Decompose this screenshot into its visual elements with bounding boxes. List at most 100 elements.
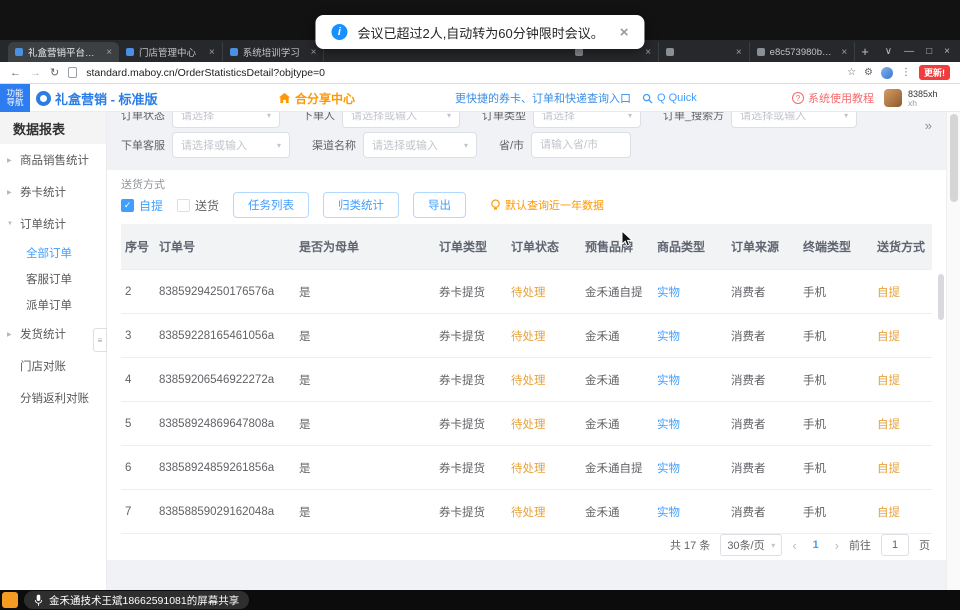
cell-status: 待处理 (507, 372, 581, 388)
tab-favicon (666, 48, 674, 56)
province-city-input[interactable] (540, 139, 622, 151)
filter-label: 省/市 (499, 137, 524, 153)
category-stats-button[interactable]: 归类统计 (323, 192, 399, 218)
page-scrollbar[interactable] (946, 112, 960, 590)
tutorial-link[interactable]: ? 系统使用教程 (792, 84, 874, 112)
sidebar-item-order-stats[interactable]: ▼ 订单统计 (0, 208, 106, 240)
cell-is-parent: 是 (295, 284, 435, 300)
order-agent-select[interactable]: 请选择或输入 ▾ (172, 132, 290, 158)
pagination: 共 17 条 30条/页 ▾ ‹ 1 › 前往 页 (670, 534, 930, 556)
sidebar-item-store-reconciliation[interactable]: 门店对账 (0, 350, 106, 382)
cell-status: 待处理 (507, 284, 581, 300)
task-list-button[interactable]: 任务列表 (233, 192, 309, 218)
column-header: 送货方式 (873, 238, 932, 255)
filter-label: 订单_搜索方 (663, 112, 724, 123)
window-maximize-button[interactable]: □ (926, 46, 932, 57)
chevron-right-icon: ▶ (7, 331, 15, 338)
filter-order-type: 订单类型 请选择 ▾ (482, 112, 641, 128)
tab-title: 礼盒营销平台管理中心 (28, 45, 101, 59)
order-status-select[interactable]: 请选择 ▾ (172, 112, 280, 128)
sidebar-item-service-orders[interactable]: 客服订单 (0, 266, 106, 292)
username[interactable]: 8385xh xh (908, 84, 938, 112)
forward-icon[interactable]: → (30, 67, 41, 79)
taskbar-app-icon[interactable] (2, 592, 18, 608)
order-search-select[interactable]: 请选择或输入 ▾ (731, 112, 857, 128)
browser-profile-avatar[interactable] (881, 67, 893, 79)
column-header: 是否为母单 (295, 238, 435, 255)
filter-row-1: 订单状态 请选择 ▾ 下单人 请选择或输入 ▾ 订单类型 请选择 ▾ (121, 112, 857, 128)
cell-source: 消费者 (727, 460, 799, 476)
checkbox-label: 自提 (139, 197, 163, 214)
tab-close-icon[interactable]: × (736, 47, 742, 58)
next-page-button[interactable]: › (835, 538, 839, 553)
tab-close-icon[interactable]: × (106, 47, 112, 58)
cell-order-type: 券卡提货 (435, 416, 507, 432)
sidebar-item-all-orders[interactable]: 全部订单 (0, 240, 106, 266)
filter-province-city: 省/市 (499, 132, 631, 158)
window-minimize-button[interactable]: — (904, 46, 914, 57)
tab-close-icon[interactable]: × (209, 47, 215, 58)
orderer-select[interactable]: 请选择或输入 ▾ (342, 112, 460, 128)
browser-tab[interactable]: 系统培训学习 × (223, 42, 325, 62)
user-avatar-wrap[interactable] (884, 84, 902, 112)
pagination-total: 共 17 条 (670, 537, 710, 553)
bookmark-star-icon[interactable]: ☆ (847, 67, 856, 78)
table-row: 2 83859294250176576a 是 券卡提货 待处理 金禾通自提 实物… (121, 270, 932, 314)
collapse-filters-button[interactable]: » (925, 118, 932, 133)
window-close-button[interactable]: × (944, 46, 950, 57)
browser-more-icon[interactable]: ⋮ (901, 67, 911, 78)
prev-page-button[interactable]: ‹ (792, 538, 796, 553)
back-icon[interactable]: ← (10, 67, 21, 79)
delivery-checkbox[interactable]: 送货 (177, 197, 219, 214)
pickup-checkbox[interactable]: ✓ 自提 (121, 197, 163, 214)
quick-entry-link[interactable]: 更快捷的券卡、订单和快递查询入口 (455, 84, 631, 112)
goto-page-input[interactable] (881, 534, 909, 556)
table-scrollbar-thumb[interactable] (938, 274, 944, 320)
sidebar-item-label: 订单统计 (20, 216, 66, 232)
search-icon (642, 93, 653, 104)
function-nav-toggle[interactable]: 功能 导航 (0, 84, 30, 112)
settings-gear-icon[interactable]: ⚙ (864, 67, 873, 78)
refresh-icon[interactable]: ↻ (50, 66, 59, 79)
content-card: 送货方式 ✓ 自提 送货 任务列表 归类统计 导出 默认查询近一年数据 (107, 170, 946, 560)
sidebar-item-coupon-stats[interactable]: ▶ 券卡统计 (0, 176, 106, 208)
page-info-icon[interactable] (68, 67, 77, 78)
new-tab-button[interactable]: + (861, 44, 869, 59)
browser-tab[interactable]: × (659, 42, 750, 62)
user-avatar[interactable] (884, 89, 902, 107)
tab-title: e8c573980b1328a258fd2e6 (770, 47, 837, 58)
share-center-link[interactable]: 合分享中心 (278, 84, 355, 112)
order-type-select[interactable]: 请选择 ▾ (533, 112, 641, 128)
sidebar-item-dispatch-orders[interactable]: 派单订单 (0, 292, 106, 318)
tab-close-icon[interactable]: × (645, 47, 651, 58)
export-button[interactable]: 导出 (413, 192, 466, 218)
sidebar-item-product-sales-stats[interactable]: ▶ 商品销售统计 (0, 144, 106, 176)
channel-name-select[interactable]: 请选择或输入 ▾ (363, 132, 477, 158)
address-bar[interactable]: standard.maboy.cn/OrderStatisticsDetail?… (86, 67, 325, 79)
tab-close-icon[interactable]: × (841, 47, 847, 58)
cell-order-type: 券卡提货 (435, 328, 507, 344)
browser-tab-active[interactable]: 礼盒营销平台管理中心 × (8, 42, 119, 62)
checkbox-unchecked-icon (177, 199, 190, 212)
browser-tab[interactable]: e8c573980b1328a258fd2e6 × (750, 42, 856, 62)
tab-close-icon[interactable]: × (311, 47, 317, 58)
app-header: 功能 导航 礼盒营销 - 标准版 合分享中心 更快捷的券卡、订单和快递查询入口 … (0, 84, 960, 112)
sidebar-child-label: 派单订单 (26, 297, 72, 313)
cell-goods-type: 实物 (653, 460, 727, 476)
chevron-down-icon: ▾ (267, 112, 271, 120)
page-scrollbar-thumb[interactable] (950, 114, 958, 202)
orders-table: 序号 订单号 是否为母单 订单类型 订单状态 预售品牌 商品类型 订单来源 终端… (121, 224, 932, 534)
current-page[interactable]: 1 (807, 539, 825, 551)
toast-close-icon[interactable]: × (620, 24, 629, 41)
screen-share-pill: 金禾通技术王斌18662591081的屏幕共享 (24, 591, 249, 609)
sidebar-item-shipping-stats[interactable]: ▶ 发货统计 (0, 318, 106, 350)
browser-menu-icon[interactable]: ∨ (885, 46, 892, 57)
sidebar-collapse-handle[interactable]: ≡ (93, 328, 107, 352)
sidebar-item-distribution-rebate[interactable]: 分销返利对账 (0, 382, 106, 414)
cell-seq: 4 (121, 374, 155, 386)
update-badge[interactable]: 更新! (919, 65, 950, 80)
page-size-select[interactable]: 30条/页 ▾ (720, 534, 782, 556)
sidebar-item-label: 商品销售统计 (20, 152, 89, 168)
browser-tab[interactable]: 门店管理中心 × (119, 42, 223, 62)
quick-search[interactable]: Q Quick (642, 84, 697, 112)
